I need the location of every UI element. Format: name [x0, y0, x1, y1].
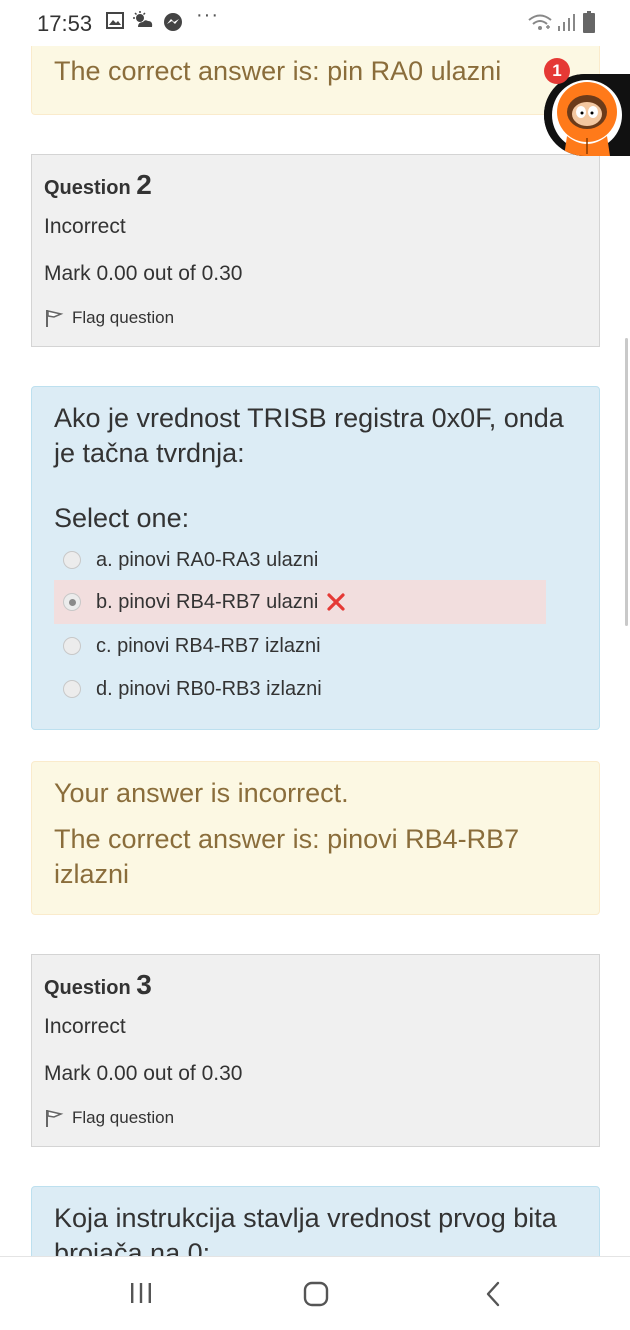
question-2-flag-button[interactable]: Flag question [44, 308, 174, 328]
answer-option-c[interactable]: c. pinovi RB4-RB7 izlazni [54, 624, 546, 668]
correct-answer: The correct answer is: pinovi RB4-RB7 iz… [54, 824, 520, 889]
question-3-mark: Mark 0.00 out of 0.30 [44, 1062, 243, 1085]
question-3-info: Question 3 Incorrect Mark 0.00 out of 0.… [31, 954, 600, 1147]
more-notifications-icon: ··· [196, 4, 219, 26]
answer-b-label: b. pinovi RB4-RB7 ulazni [96, 590, 319, 613]
radio-d[interactable] [63, 680, 81, 698]
battery-icon [583, 11, 595, 38]
navigation-bar [0, 1256, 630, 1330]
wifi-icon [527, 13, 553, 38]
answer-result: Your answer is incorrect. [54, 778, 349, 808]
home-button[interactable] [303, 1281, 329, 1312]
radio-c[interactable] [63, 637, 81, 655]
previous-correct-answer: The correct answer is: pin RA0 ulazni [54, 56, 502, 86]
question-number: 3 [136, 969, 152, 1000]
weather-icon [132, 11, 154, 34]
question-label: Question [44, 977, 131, 999]
answer-c-label: c. pinovi RB4-RB7 izlazni [96, 634, 321, 657]
back-icon [486, 1281, 500, 1307]
question-3-formulation: Koja instrukcija stavlja vrednost prvog … [31, 1186, 600, 1256]
status-time: 17:53 [37, 11, 93, 36]
question-2-info: Question 2 Incorrect Mark 0.00 out of 0.… [31, 154, 600, 347]
question-2-prompt: Select one: [54, 503, 190, 533]
question-2-formulation: Ako je vrednost TRISB registra 0x0F, ond… [31, 386, 600, 730]
flag-icon [44, 1108, 64, 1128]
chat-head-avatar[interactable] [544, 74, 630, 156]
answer-option-a[interactable]: a. pinovi RA0-RA3 ulazni [54, 538, 546, 582]
question-3-flag-button[interactable]: Flag question [44, 1108, 174, 1128]
answer-d-label: d. pinovi RB0-RB3 izlazni [96, 677, 322, 700]
avatar-image [544, 74, 630, 156]
recent-apps-icon [131, 1283, 151, 1303]
question-2-title: Question 2 [44, 169, 152, 201]
recent-apps-button[interactable] [129, 1281, 153, 1310]
question-2-mark: Mark 0.00 out of 0.30 [44, 262, 243, 285]
quiz-review-page: The correct answer is: pin RA0 ulazni Qu… [0, 0, 630, 1256]
notification-badge: 1 [544, 58, 570, 84]
radio-b-selected[interactable] [63, 593, 81, 611]
incorrect-x-icon [326, 592, 346, 612]
back-button[interactable] [484, 1281, 502, 1312]
flag-icon [44, 308, 64, 328]
question-3-title: Question 3 [44, 969, 152, 1001]
page-scrollbar[interactable] [625, 338, 628, 626]
answer-option-d[interactable]: d. pinovi RB0-RB3 izlazni [54, 667, 546, 711]
answer-a-label: a. pinovi RA0-RA3 ulazni [96, 548, 319, 571]
question-label: Question [44, 177, 131, 199]
question-2-text: Ako je vrednost TRISB registra 0x0F, ond… [54, 403, 564, 468]
home-icon [303, 1281, 329, 1307]
question-3-state: Incorrect [44, 1015, 126, 1038]
radio-a[interactable] [63, 551, 81, 569]
flag-question-label: Flag question [72, 308, 175, 327]
question-2-state: Incorrect [44, 215, 126, 238]
question-number: 2 [136, 169, 152, 200]
flag-question-label: Flag question [72, 1108, 175, 1127]
gallery-icon [106, 12, 124, 34]
signal-icon [557, 12, 577, 37]
question-3-text: Koja instrukcija stavlja vrednost prvog … [54, 1203, 557, 1256]
question-2-feedback: Your answer is incorrect. The correct an… [31, 761, 600, 915]
answer-option-b[interactable]: b. pinovi RB4-RB7 ulazni [54, 580, 546, 624]
status-bar: 17:53 ··· [0, 0, 630, 46]
messenger-icon [163, 12, 183, 37]
